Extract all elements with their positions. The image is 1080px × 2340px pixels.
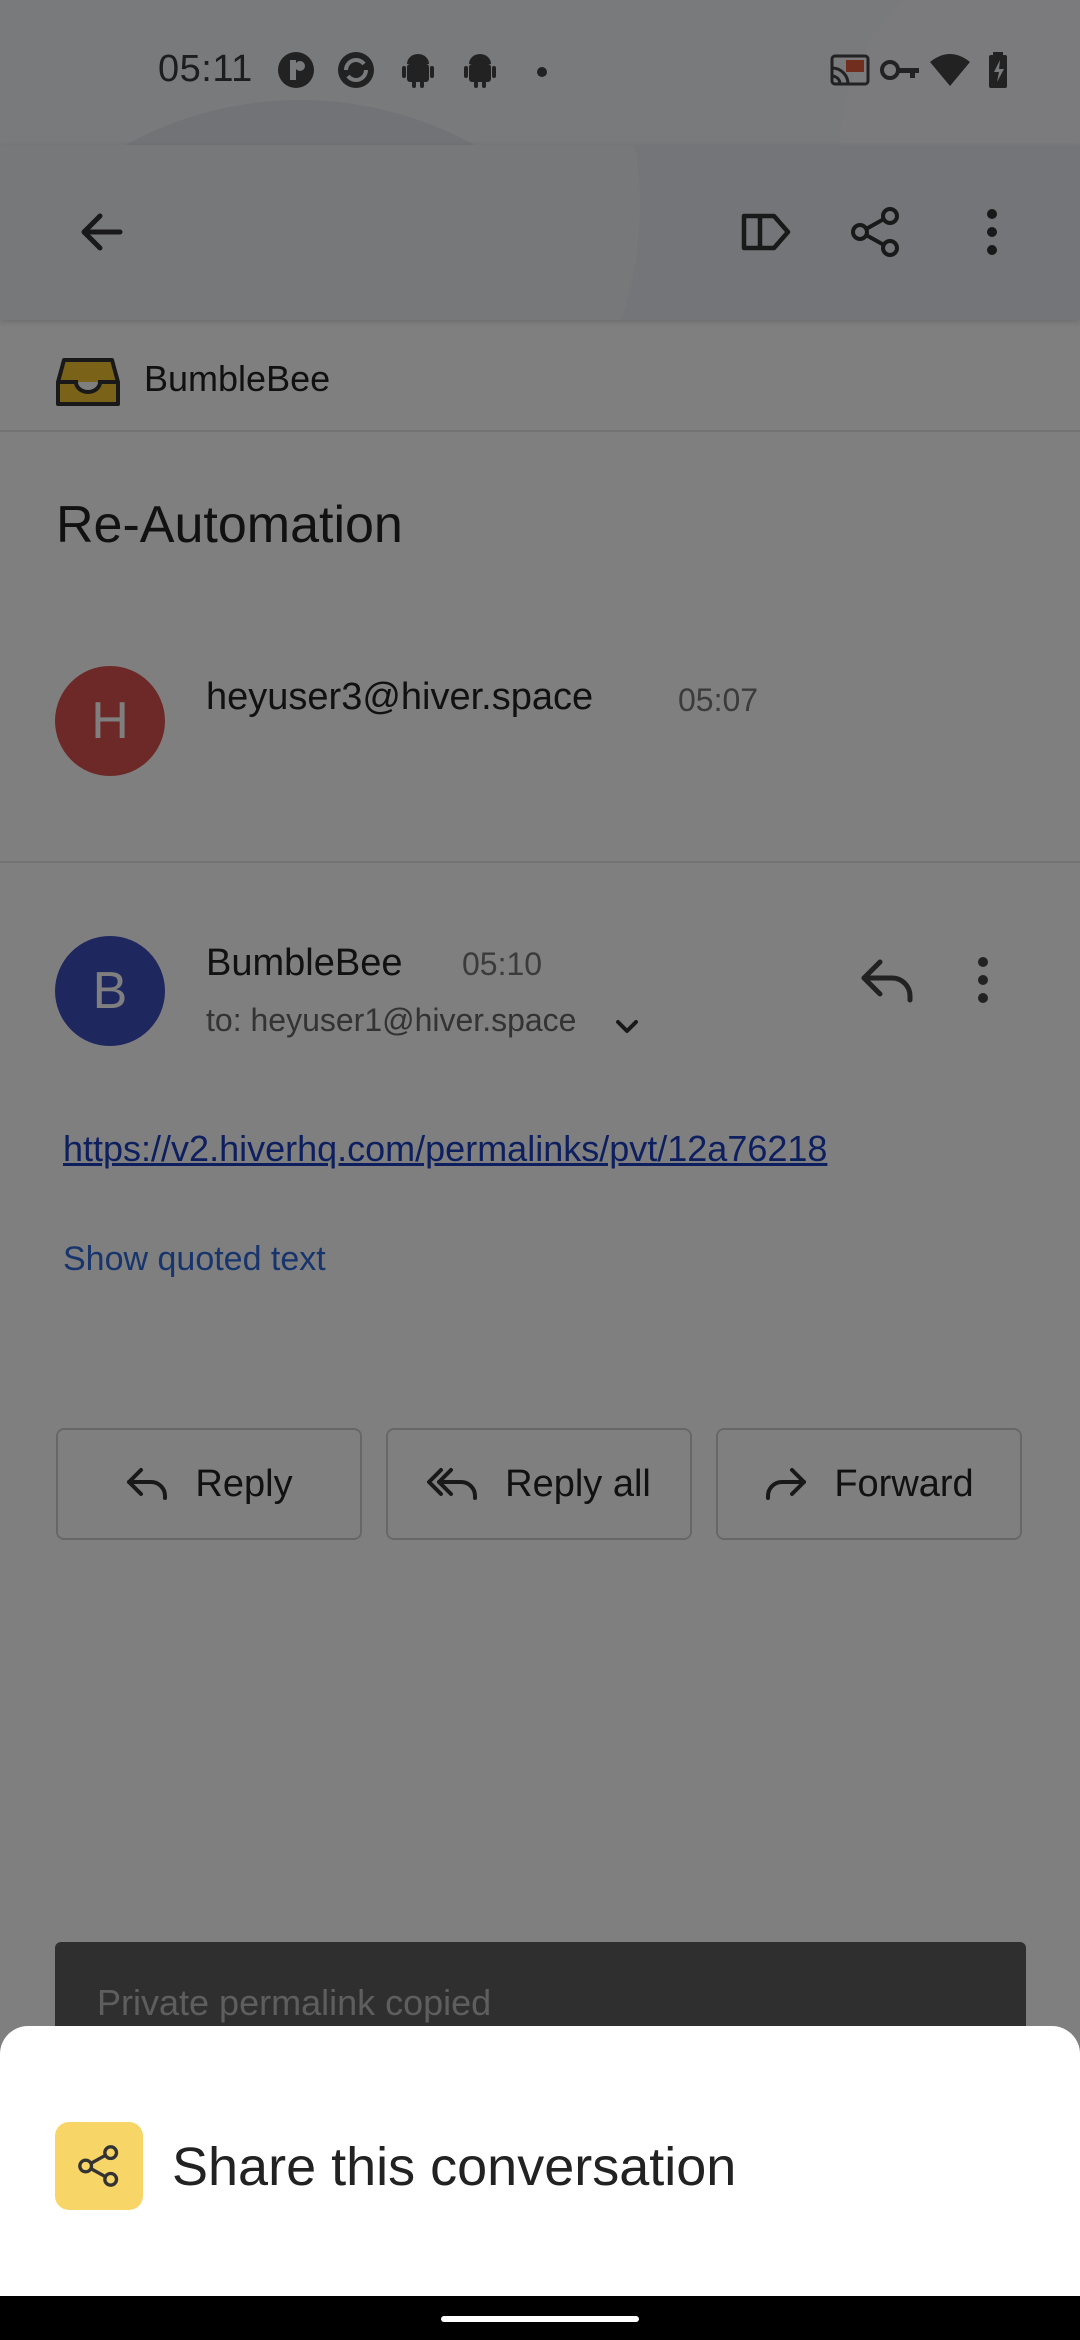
modal-scrim[interactable] xyxy=(0,0,1080,2340)
gesture-handle[interactable] xyxy=(441,2316,639,2322)
system-nav-bar xyxy=(0,2296,1080,2340)
share-bottom-sheet: Share this conversation xyxy=(0,2026,1080,2296)
share-icon xyxy=(55,2122,143,2210)
share-conversation-option[interactable]: Share this conversation xyxy=(172,2136,736,2198)
